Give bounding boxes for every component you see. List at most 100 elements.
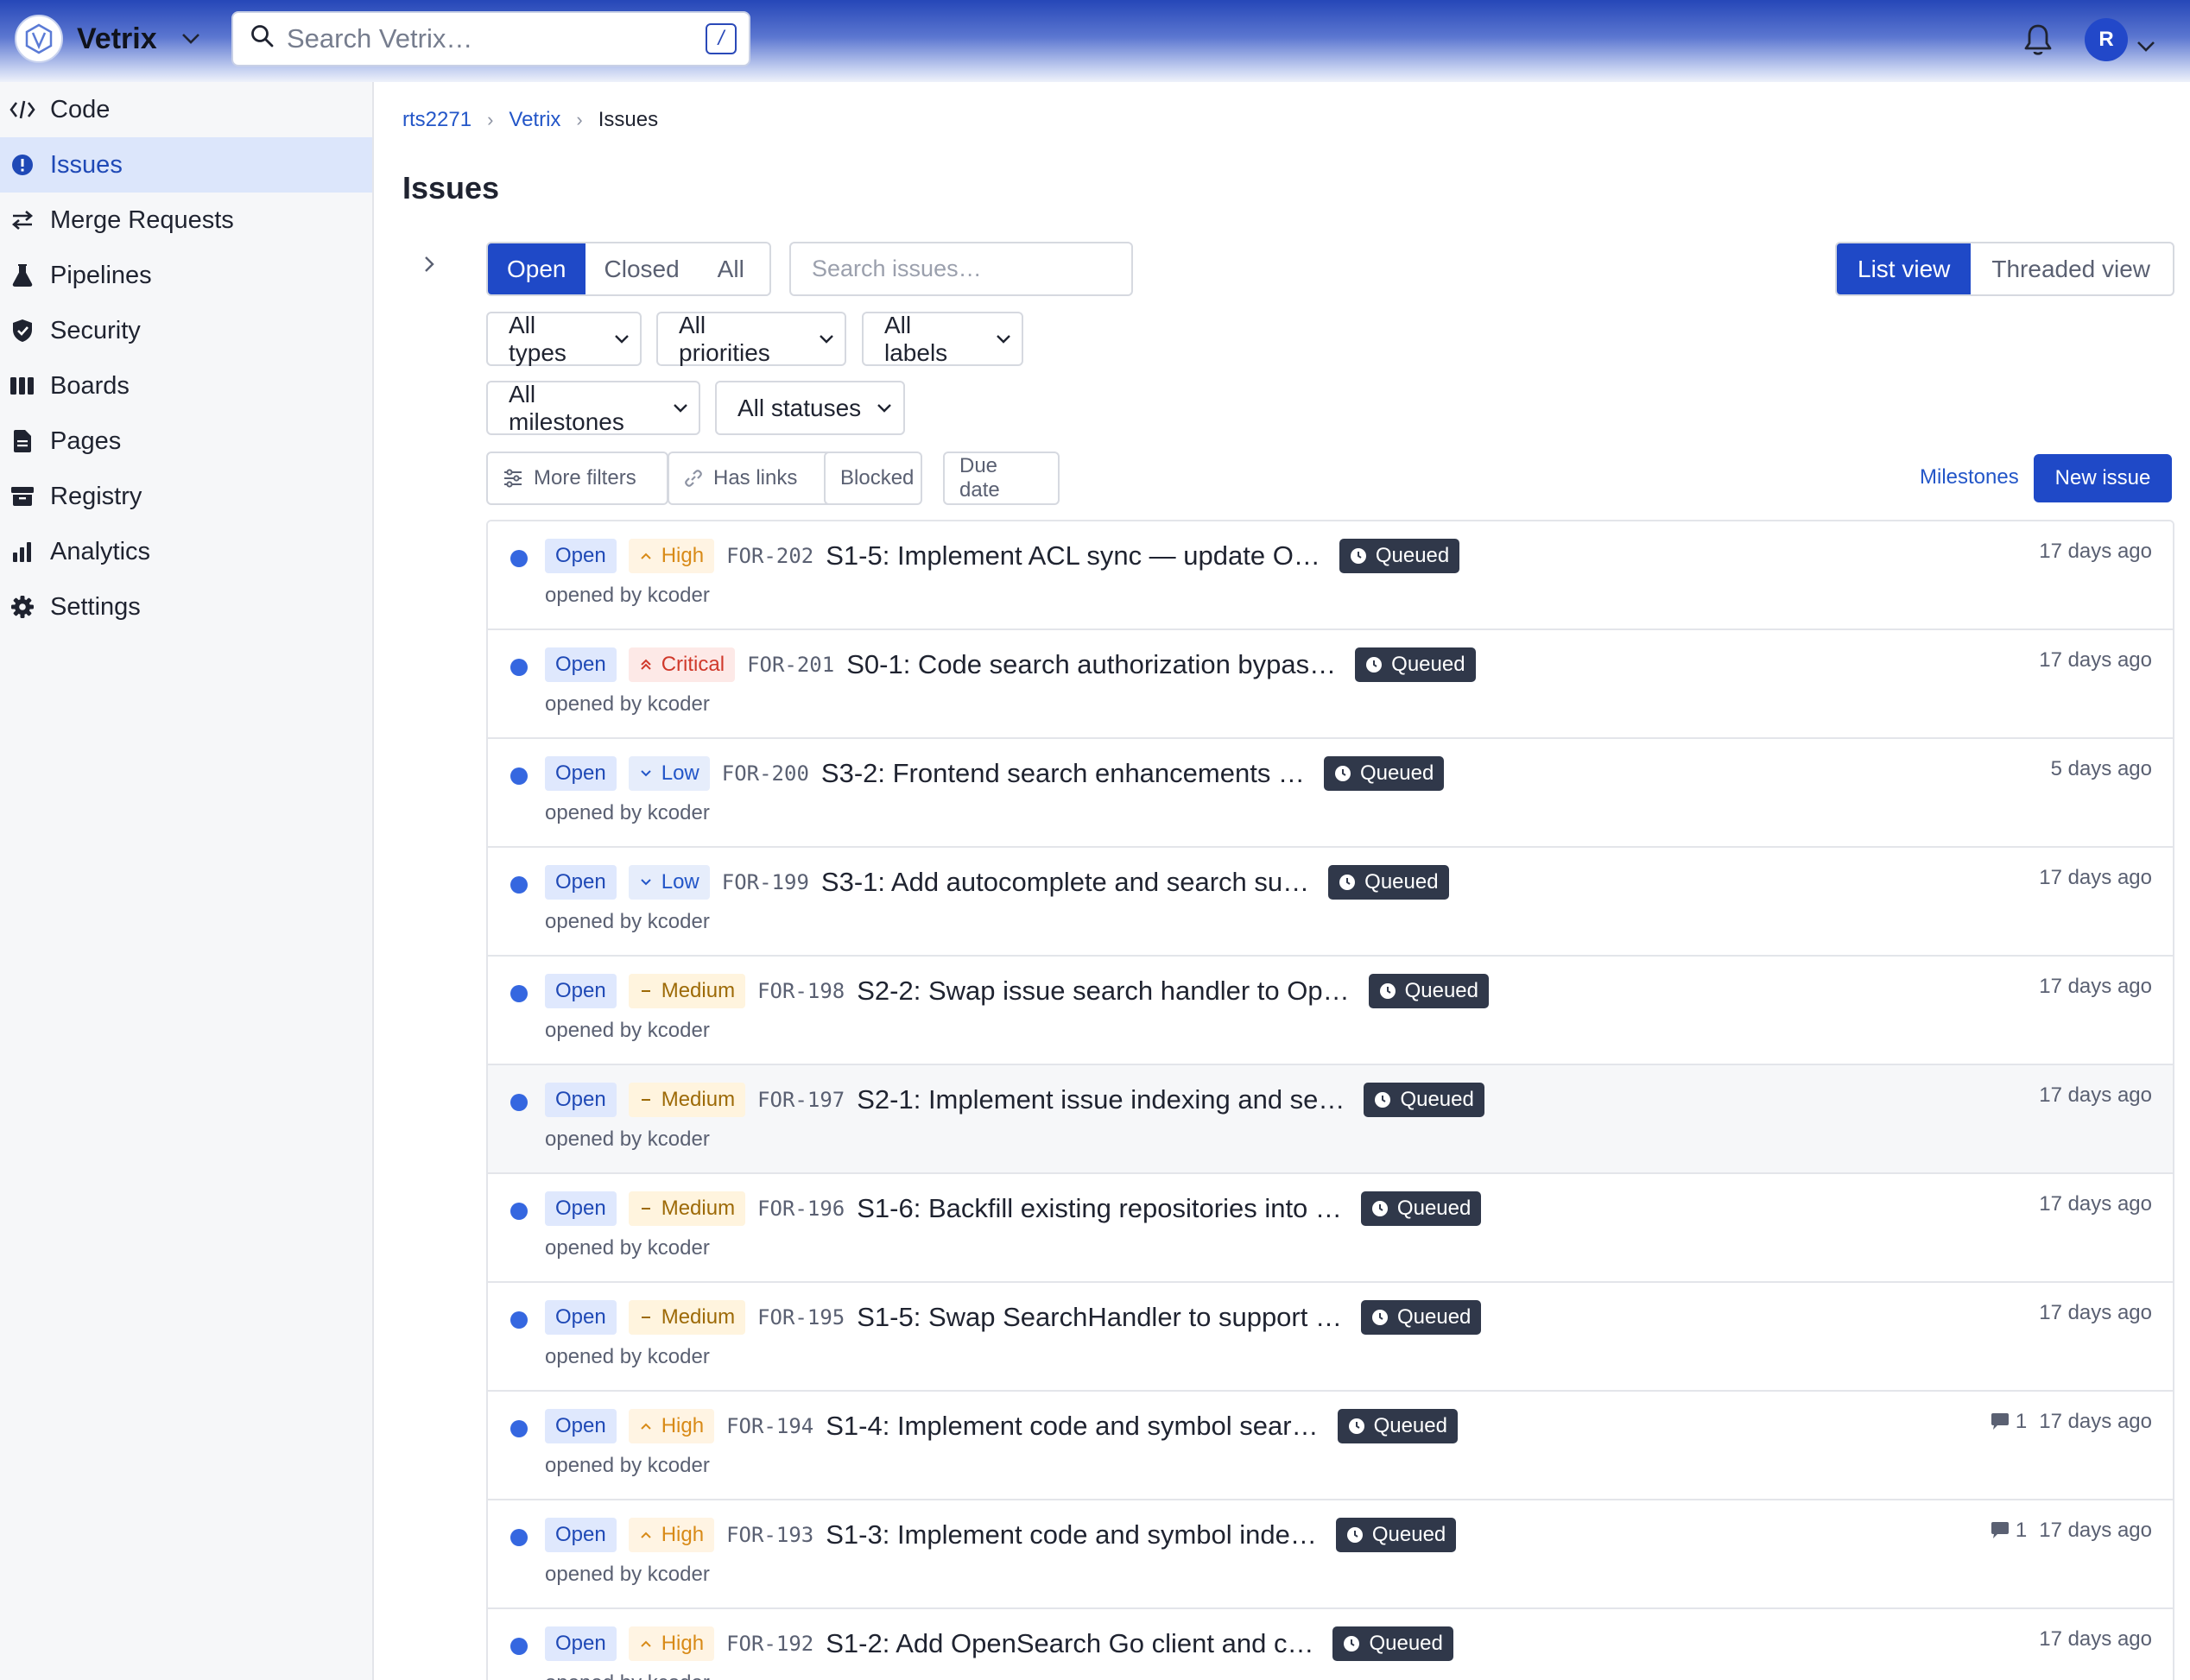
state-badge: Open	[545, 1083, 617, 1117]
has-links-chip[interactable]: Has links	[668, 452, 834, 505]
issue-row[interactable]: Open High FOR-194 S1-4: Implement code and …	[488, 1392, 2173, 1500]
sidebar-item-settings[interactable]: Settings	[0, 579, 372, 635]
sidebar-item-label: Analytics	[50, 537, 151, 565]
status-label: Queued	[1396, 1197, 1472, 1220]
project-switcher[interactable]: Vetrix	[15, 15, 200, 63]
more-filters-button[interactable]: More filters	[486, 452, 668, 505]
select-value: All types	[509, 311, 566, 366]
priority-filter-select[interactable]: All priorities	[656, 312, 846, 366]
status-badge: Queued	[1364, 1083, 1484, 1117]
issue-title-link[interactable]: S3-2: Frontend search enhancements …	[821, 758, 1305, 789]
link-icon	[684, 469, 703, 488]
issue-row[interactable]: Open Low FOR-200 S3-2: Frontend search enha…	[488, 739, 2173, 848]
issue-title-link[interactable]: S3-1: Add autocomplete and search su…	[821, 867, 1309, 898]
sidebar-item-code[interactable]: Code	[0, 82, 372, 137]
issue-title-link[interactable]: S1-4: Implement code and symbol sear…	[826, 1411, 1318, 1442]
threaded-view-button[interactable]: Threaded view	[1971, 243, 2171, 294]
sidebar-item-security[interactable]: Security	[0, 303, 372, 358]
issue-title-link[interactable]: S1-2: Add OpenSearch Go client and c…	[826, 1628, 1313, 1659]
state-badge: Open	[545, 1300, 617, 1335]
issue-row[interactable]: Open High FOR-202 S1-5: Implement ACL sync …	[488, 521, 2173, 630]
priority-badge: High	[628, 539, 715, 573]
issue-row[interactable]: Open High FOR-192 S1-2: Add OpenSearch Go c…	[488, 1609, 2173, 1680]
issue-age: 17 days ago	[2039, 1627, 2152, 1651]
tab-open[interactable]: Open	[488, 243, 585, 294]
label-filter-select[interactable]: All labels	[862, 312, 1023, 366]
breadcrumb-link-owner[interactable]: rts2271	[402, 108, 472, 132]
issue-title-link[interactable]: S1-5: Implement ACL sync — update O…	[826, 540, 1320, 572]
issue-row[interactable]: Open High FOR-193 S1-3: Implement code and …	[488, 1500, 2173, 1609]
issue-title-link[interactable]: S2-1: Implement issue indexing and se…	[857, 1084, 1345, 1115]
sidebar-item-merge-requests[interactable]: Merge Requests	[0, 193, 372, 248]
issue-age: 17 days ago	[2039, 1192, 2152, 1216]
milestones-link[interactable]: Milestones	[1920, 465, 2019, 489]
issue-title-link[interactable]: S1-3: Implement code and symbol inde…	[826, 1519, 1317, 1551]
select-value: All priorities	[679, 311, 770, 366]
chevron-down-icon	[819, 334, 834, 344]
vetrix-logo-icon	[15, 15, 63, 63]
sidebar-item-boards[interactable]: Boards	[0, 358, 372, 414]
issue-age: 17 days ago	[2039, 975, 2152, 998]
clock-icon	[1371, 1200, 1389, 1217]
due-date-chip[interactable]: Due date	[943, 452, 1060, 505]
priority-badge: Medium	[628, 1083, 746, 1117]
issue-key: FOR-196	[757, 1197, 845, 1221]
open-status-dot	[510, 550, 528, 567]
status-label: Queued	[1371, 1523, 1446, 1546]
priority-label: Medium	[661, 1088, 736, 1111]
sidebar-item-issues[interactable]: Issues	[0, 137, 372, 193]
issue-search-input[interactable]	[789, 242, 1133, 296]
issue-row[interactable]: Open Medium FOR-195 S1-5: Swap SearchHandle…	[488, 1283, 2173, 1392]
priority-label: Medium	[661, 979, 736, 1002]
priority-badge: High	[628, 1626, 715, 1661]
status-filter-select[interactable]: All statuses	[715, 381, 905, 435]
sidebar-item-registry[interactable]: Registry	[0, 469, 372, 524]
state-badge: Open	[545, 1518, 617, 1552]
clock-icon	[1365, 656, 1383, 673]
issue-row[interactable]: Open Medium FOR-196 S1-6: Backfill existing…	[488, 1174, 2173, 1283]
open-status-dot	[510, 1638, 528, 1655]
chevron-right-icon[interactable]	[421, 253, 437, 281]
sliders-icon	[503, 469, 523, 488]
issue-age: 17 days ago	[2039, 1301, 2152, 1324]
new-issue-button[interactable]: New issue	[2034, 454, 2172, 502]
issue-title-link[interactable]: S0-1: Code search authorization bypas…	[846, 649, 1336, 680]
sidebar-item-pipelines[interactable]: Pipelines	[0, 248, 372, 303]
sidebar-item-analytics[interactable]: Analytics	[0, 524, 372, 579]
blocked-chip[interactable]: Blocked	[824, 452, 922, 505]
issue-row[interactable]: Open Low FOR-199 S3-1: Add autocomplete and…	[488, 848, 2173, 957]
issue-title-link[interactable]: S1-5: Swap SearchHandler to support …	[857, 1302, 1342, 1333]
issue-age: 17 days ago	[2039, 1083, 2152, 1107]
user-avatar[interactable]: R	[2085, 18, 2128, 61]
sidebar-item-label: Boards	[50, 371, 130, 400]
issue-row[interactable]: Open Medium FOR-197 S2-1: Implement issue i…	[488, 1065, 2173, 1174]
gear-icon	[9, 593, 36, 621]
comment-count[interactable]: 1	[1990, 1410, 2027, 1434]
issue-title-link[interactable]: S1-6: Backfill existing repositories int…	[857, 1193, 1342, 1224]
priority-badge: Low	[628, 756, 710, 791]
status-label: Queued	[1375, 544, 1450, 567]
issue-meta: opened by kcoder	[545, 584, 710, 607]
global-search[interactable]: /	[231, 11, 750, 66]
issue-key: FOR-193	[726, 1523, 814, 1547]
list-view-button[interactable]: List view	[1837, 243, 1972, 294]
comment-count[interactable]: 1	[1990, 1519, 2027, 1543]
sidebar-item-label: Pages	[50, 426, 122, 455]
chevron-down-icon[interactable]	[2136, 31, 2155, 59]
issue-row[interactable]: Open Critical FOR-201 S0-1: Code search aut…	[488, 630, 2173, 739]
sidebar-item-label: Registry	[50, 482, 142, 510]
global-search-input[interactable]	[287, 23, 706, 54]
tab-all[interactable]: All	[699, 243, 763, 294]
bell-icon[interactable]	[2023, 22, 2053, 63]
issue-title-link[interactable]: S2-2: Swap issue search handler to Op…	[857, 976, 1349, 1007]
type-filter-select[interactable]: All types	[486, 312, 642, 366]
issue-row[interactable]: Open Medium FOR-198 S2-2: Swap issue search…	[488, 957, 2173, 1065]
sidebar-item-pages[interactable]: Pages	[0, 414, 372, 469]
breadcrumb-link-project[interactable]: Vetrix	[509, 108, 560, 132]
issue-row-header: Open Medium FOR-197 S2-1: Implement issue i…	[545, 1083, 1484, 1117]
milestone-filter-select[interactable]: All milestones	[486, 381, 700, 435]
tab-closed[interactable]: Closed	[585, 243, 699, 294]
issue-row-header: Open Critical FOR-201 S0-1: Code search aut…	[545, 647, 1476, 682]
priority-label: High	[661, 1523, 705, 1546]
priority-badge: Low	[628, 865, 710, 900]
